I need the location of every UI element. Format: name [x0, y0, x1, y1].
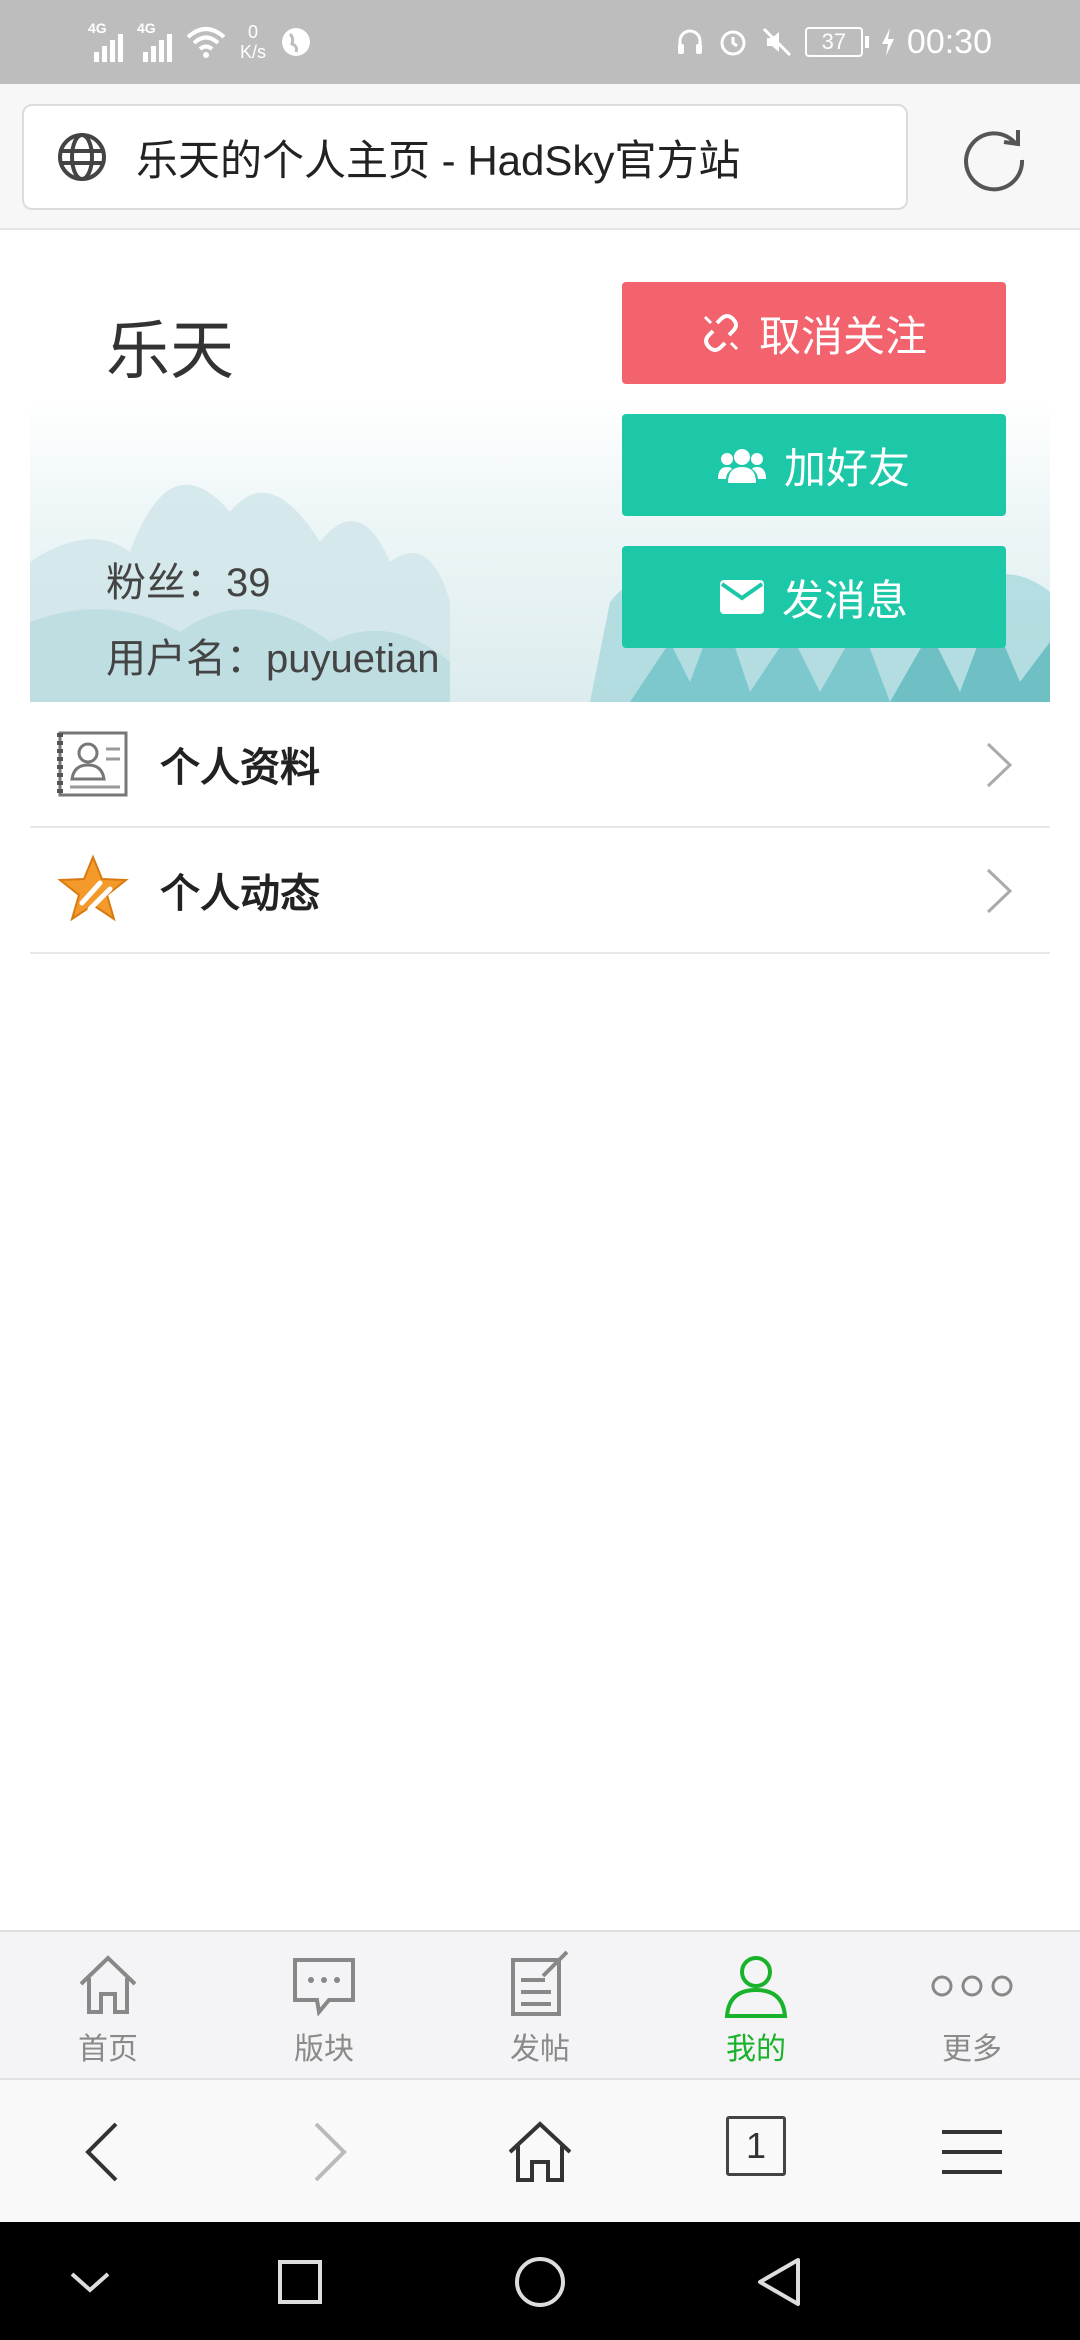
tab-label: 我的: [726, 2033, 786, 2066]
speed-unit: K/s: [240, 42, 267, 62]
speed-value: 0: [248, 22, 259, 42]
charging-icon: [881, 28, 894, 56]
chat-bubble-icon: [293, 1958, 355, 2017]
menu-item-activity[interactable]: 个人动态: [30, 828, 1050, 954]
system-back-icon[interactable]: [750, 2252, 810, 2312]
chevron-right-icon: [986, 742, 1013, 788]
headphones-icon: [677, 29, 702, 54]
menu-item-profile[interactable]: 个人资料: [30, 702, 1050, 828]
edit-post-icon: [511, 1950, 569, 2016]
menu-item-label: 个人动态: [160, 872, 320, 916]
bottom-tab-bar: 首页 版块 发帖 我的 更多: [0, 1930, 1080, 2080]
mute-icon: [762, 27, 791, 57]
envelope-icon: [719, 580, 764, 614]
username: 用户名：puyuetian: [106, 637, 440, 681]
tab-mine[interactable]: 我的: [686, 1950, 826, 2070]
profile-card-icon: [57, 731, 128, 797]
battery-level: 37: [804, 27, 863, 57]
more-dots-icon: [931, 1975, 1013, 1997]
clock: 00:30: [906, 22, 992, 61]
star-icon: [57, 854, 129, 922]
menu-icon[interactable]: [936, 2116, 1008, 2188]
add-friend-button[interactable]: 加好友: [622, 414, 1006, 516]
alarm-icon: [720, 30, 746, 56]
signal-icon: 4G: [88, 20, 123, 62]
network-speed: 0 K/s: [240, 22, 266, 62]
status-bar: 4G 4G 0 K/s 37 00:30: [0, 0, 1080, 84]
browser-home-icon[interactable]: [504, 2116, 576, 2188]
send-message-label: 发消息: [781, 576, 908, 624]
tab-home[interactable]: 首页: [38, 1950, 178, 2070]
back-icon[interactable]: [70, 2116, 142, 2188]
tab-label: 更多: [942, 2033, 1002, 2066]
tab-label: 版块: [294, 2033, 354, 2066]
add-friend-label: 加好友: [783, 444, 910, 492]
unfollow-label: 取消关注: [758, 312, 927, 360]
status-right: 37 00:30: [675, 0, 992, 84]
profile-header: 乐天 粉丝：39 用户名：puyuetian 取消关注 加好友 发消息: [30, 230, 1050, 702]
battery-icon: 37: [804, 27, 869, 57]
browser-address-bar: 乐天的个人主页 - HadSky官方站: [0, 84, 1080, 230]
send-message-button[interactable]: 发消息: [622, 546, 1006, 648]
tab-label: 发帖: [510, 2033, 570, 2066]
home-icon: [79, 1955, 137, 2014]
tab-count-button[interactable]: 1: [726, 2116, 786, 2176]
unlink-icon: [703, 314, 739, 352]
tab-label: 首页: [78, 2033, 138, 2066]
recents-icon[interactable]: [270, 2252, 330, 2312]
tab-sections[interactable]: 版块: [254, 1950, 394, 2070]
system-nav-bar: [0, 2222, 1080, 2340]
system-home-icon[interactable]: [510, 2252, 570, 2312]
page-title: 乐天的个人主页 - HadSky官方站: [136, 136, 741, 184]
url-box[interactable]: 乐天的个人主页 - HadSky官方站: [22, 104, 908, 210]
forward-icon[interactable]: [290, 2116, 362, 2188]
browser-nav-bar: 1: [0, 2080, 1080, 2222]
tab-more[interactable]: 更多: [902, 1950, 1042, 2070]
network-type-label: 4G: [88, 20, 107, 36]
network-type-label-2: 4G: [137, 20, 156, 36]
reload-icon[interactable]: [956, 120, 1032, 196]
unfollow-button[interactable]: 取消关注: [622, 282, 1006, 384]
chevron-right-icon: [986, 868, 1013, 914]
signal-icon-2: 4G: [137, 20, 172, 62]
tab-post[interactable]: 发帖: [470, 1950, 610, 2070]
user-icon: [724, 1956, 788, 2018]
status-left: 4G 4G 0 K/s: [88, 0, 312, 84]
globe-status-icon: [282, 28, 311, 56]
chevron-down-icon[interactable]: [60, 2252, 120, 2312]
globe-icon: [58, 133, 106, 181]
profile-name: 乐天: [106, 315, 234, 387]
users-icon: [717, 449, 766, 483]
wifi-icon: [186, 27, 226, 58]
menu-item-label: 个人资料: [160, 746, 320, 790]
fans-count: 粉丝：39: [106, 561, 271, 605]
